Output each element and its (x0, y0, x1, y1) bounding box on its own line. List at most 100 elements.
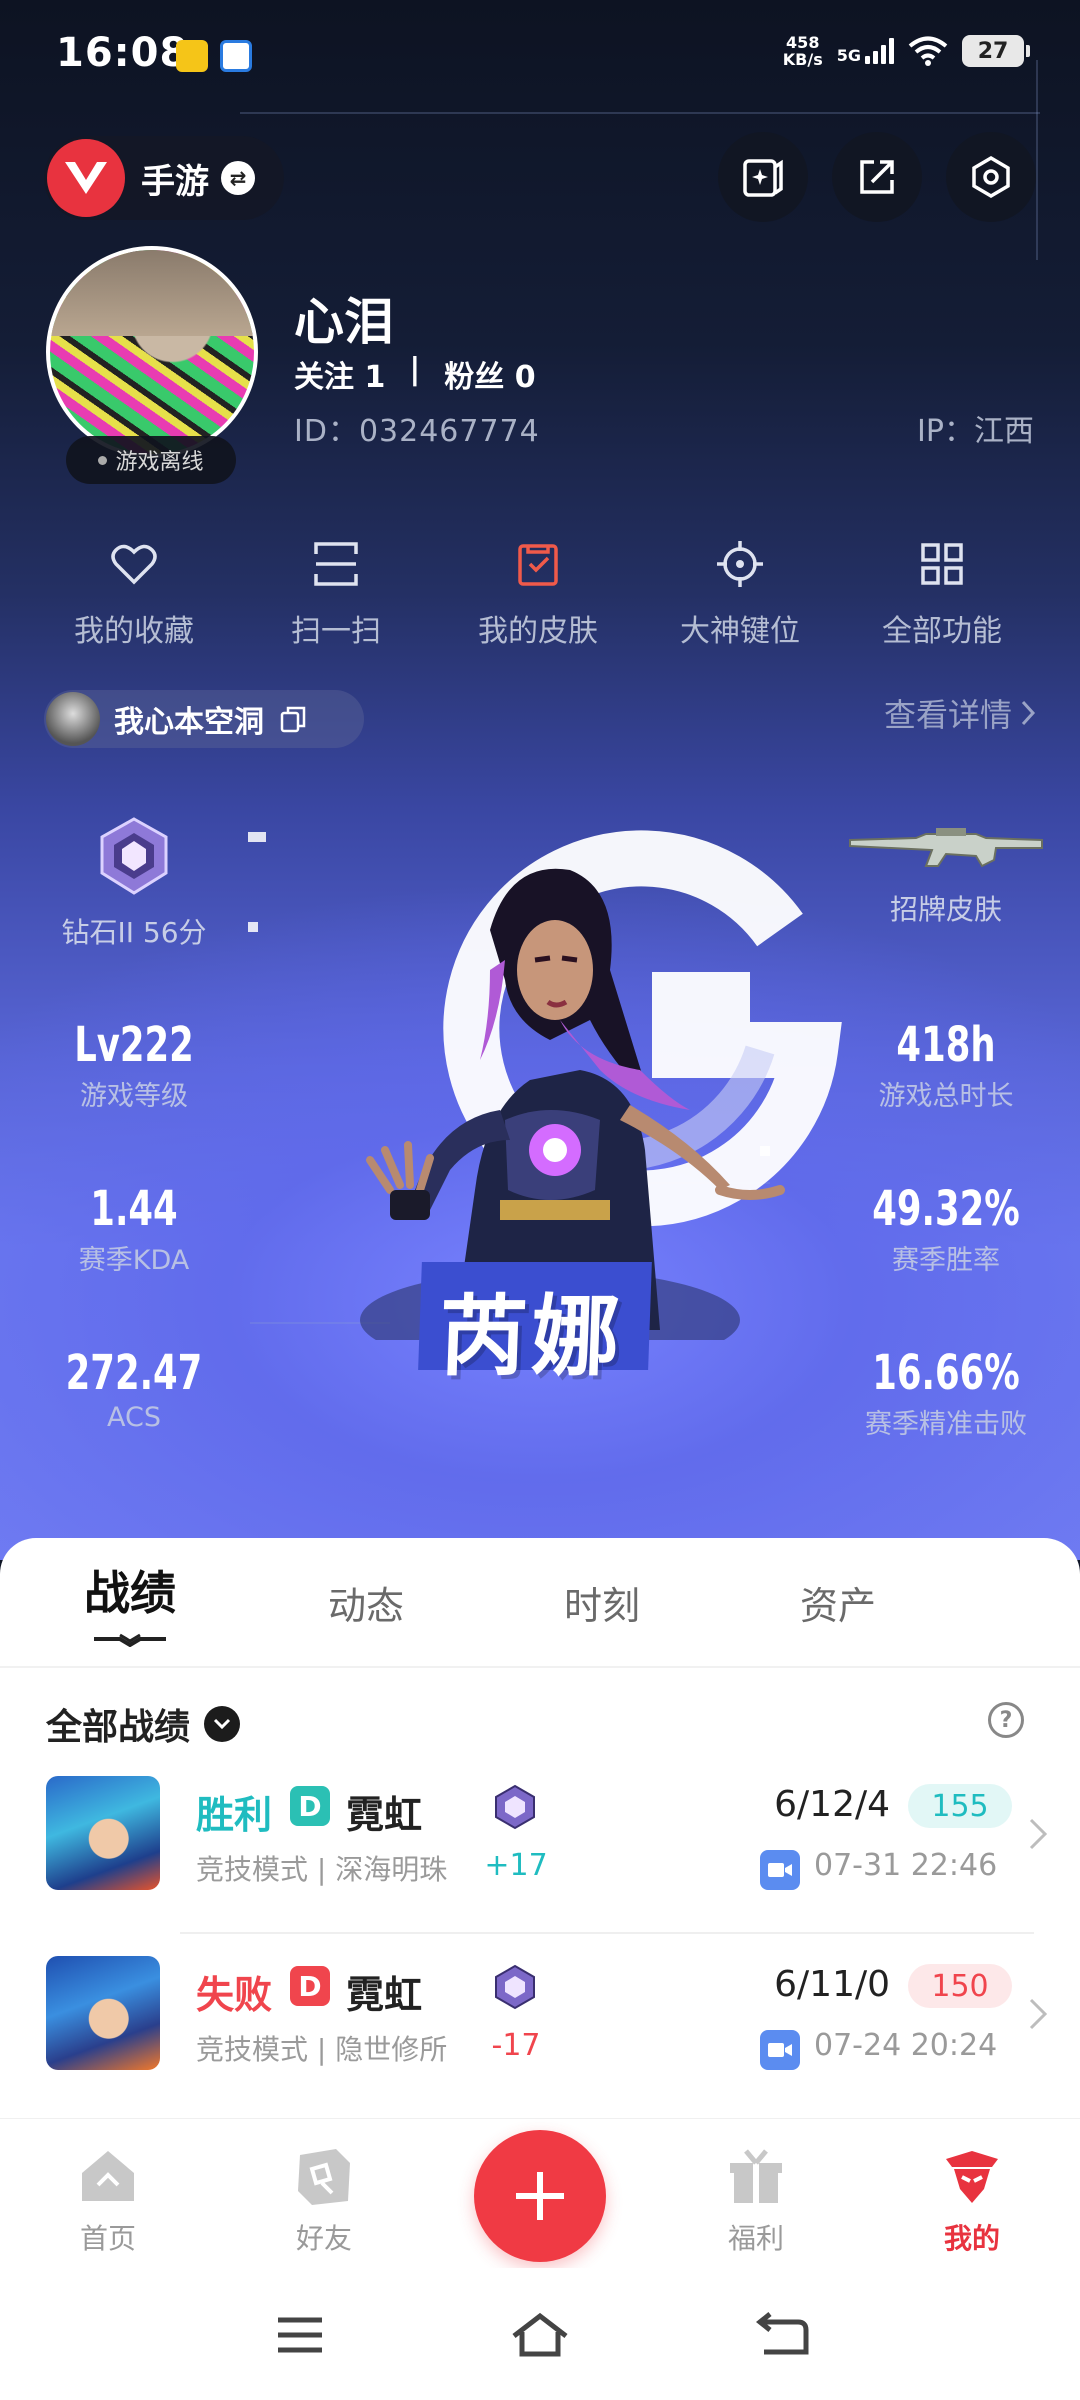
nav-home[interactable]: 首页 (0, 2119, 216, 2268)
game-switcher[interactable]: 手游 ⇄ (44, 136, 284, 220)
agent-artwork (360, 830, 842, 1340)
role-tag: D (290, 1786, 330, 1826)
match-result: 失败 (196, 1973, 273, 2017)
match-kda: 6/12/4 (774, 1784, 890, 1825)
role-tag: D (290, 1966, 330, 2006)
favorites-button[interactable]: 我的收藏 (33, 536, 235, 650)
match-result: 胜利 (196, 1793, 273, 1837)
nav-label: 首页 (79, 2222, 136, 2255)
my-skins-button[interactable]: 我的皮肤 (437, 536, 639, 650)
agent-thumbnail (46, 1776, 160, 1890)
chevron-down-icon (204, 1706, 241, 1742)
share-button[interactable] (832, 132, 922, 222)
rank-icon (495, 1964, 535, 2010)
detail-link-label: 查看详情 (883, 696, 1012, 734)
match-agent: 霓虹 (346, 1973, 423, 2017)
nickname: 心泪 (294, 293, 394, 351)
separator: | (409, 352, 421, 387)
video-replay-icon[interactable] (760, 1850, 800, 1890)
nav-friends[interactable]: 好友 (216, 2119, 432, 2268)
quick-label: 扫一扫 (291, 614, 381, 649)
rank-label: 钻石II 56分 (61, 916, 207, 949)
followers-link[interactable]: 粉丝 0 (444, 352, 535, 396)
match-mode: 竞技模式 | 隐世修所 (196, 2033, 448, 2066)
match-score: 150 (908, 1964, 1012, 2008)
notification-app-icon (220, 40, 252, 72)
tab-moments[interactable]: 时刻 (484, 1538, 720, 1666)
tab-assets[interactable]: 资产 (720, 1538, 956, 1666)
kda-value: 1.44 (90, 1181, 178, 1237)
skin-icon (510, 536, 566, 592)
quick-label: 我的收藏 (74, 614, 194, 649)
game-name: 手游 (141, 161, 209, 202)
avatar[interactable] (46, 246, 258, 458)
all-functions-button[interactable]: 全部功能 (841, 536, 1043, 650)
match-agent: 霓虹 (346, 1793, 423, 1837)
clock: 16:08 (56, 30, 189, 76)
nav-label: 福利 (727, 2222, 784, 2255)
role-name: 我心本空洞 (114, 705, 264, 740)
rank-delta: +17 (484, 1848, 548, 1883)
records-filter[interactable]: 全部战绩 (46, 1698, 241, 1750)
user-id: ID：032467774 (294, 414, 540, 449)
scan-button[interactable]: 扫一扫 (235, 536, 437, 650)
game-logo-icon (47, 139, 125, 217)
playtime-label: 游戏总时长 (878, 1081, 1014, 1112)
tab-label: 动态 (327, 1583, 404, 1628)
plus-icon (516, 2172, 564, 2220)
tab-records[interactable]: 战绩 (12, 1538, 248, 1666)
acs-label: ACS (107, 1402, 161, 1433)
notification-app-icon (176, 40, 208, 72)
tab-feed[interactable]: 动态 (248, 1538, 484, 1666)
rank-stat[interactable]: 钻石II 56分 (14, 815, 254, 951)
follow-stats: 关注 1 | 粉丝 0 (294, 352, 536, 396)
battery-level: 27 (977, 38, 1009, 64)
nav-benefits[interactable]: 福利 (648, 2119, 864, 2268)
nav-me[interactable]: 我的 (864, 2119, 1080, 2268)
quick-functions: 我的收藏 扫一扫 我的皮肤 大神键位 全部功能 (0, 536, 1080, 650)
match-kda: 6/11/0 (774, 1964, 890, 2005)
chevron-right-icon (1029, 1818, 1048, 1850)
edit-card-button[interactable] (718, 132, 808, 222)
home-icon (82, 2151, 134, 2201)
match-date: 07-31 22:46 (814, 1848, 998, 1883)
home-nav-icon[interactable] (510, 2310, 570, 2360)
crosshair-icon (712, 536, 768, 592)
kda-stat: 1.44 赛季KDA (14, 1182, 254, 1277)
system-nav-bar (0, 2268, 1080, 2400)
help-icon[interactable]: ? (988, 1702, 1024, 1738)
winrate-stat: 49.32% 赛季胜率 (826, 1182, 1066, 1277)
network-type: 5G (836, 46, 861, 65)
playtime-value: 418h (896, 1017, 996, 1073)
menu-icon[interactable] (270, 2310, 330, 2360)
create-post-button[interactable] (474, 2130, 606, 2262)
net-speed-unit: KB/s (782, 50, 823, 69)
diamond-rank-icon (100, 817, 168, 895)
battery-icon: 27 (962, 35, 1030, 67)
signal: 5G (837, 38, 894, 64)
skin-label: 招牌皮肤 (889, 893, 1002, 926)
match-row[interactable]: 失败 D 霓虹 竞技模式 | 隐世修所 -17 6/11/0 150 07-24… (0, 1934, 1080, 2114)
tab-label: 战绩 (84, 1566, 176, 1620)
video-replay-icon[interactable] (760, 2030, 800, 2070)
quick-label: 我的皮肤 (478, 614, 598, 649)
signature-skin-stat[interactable]: 招牌皮肤 (826, 826, 1066, 928)
headshot-value: 16.66% (872, 1345, 1020, 1401)
settings-button[interactable] (946, 132, 1036, 222)
headshot-label: 赛季精准击败 (865, 1409, 1027, 1440)
level-stat: Lv222 游戏等级 (14, 1018, 254, 1113)
agent-name-plate: 芮娜 (418, 1262, 652, 1388)
tab-label: 时刻 (563, 1583, 640, 1628)
back-icon[interactable] (752, 2310, 812, 2360)
match-row[interactable]: 胜利 D 霓虹 竞技模式 | 深海明珠 +17 6/12/4 155 07-31… (0, 1754, 1080, 1934)
view-details-link[interactable]: 查看详情 (884, 690, 1036, 736)
net-speed-value: 458 (786, 33, 820, 52)
status-dot-icon (98, 455, 108, 465)
headshot-stat: 16.66% 赛季精准击败 (826, 1346, 1066, 1441)
pro-keybind-button[interactable]: 大神键位 (639, 536, 841, 650)
level-value: Lv222 (74, 1017, 194, 1073)
status-text: 游戏离线 (115, 450, 204, 475)
swap-icon: ⇄ (221, 161, 255, 195)
following-link[interactable]: 关注 1 (294, 352, 385, 396)
agent-name: 芮娜 (437, 1285, 626, 1388)
